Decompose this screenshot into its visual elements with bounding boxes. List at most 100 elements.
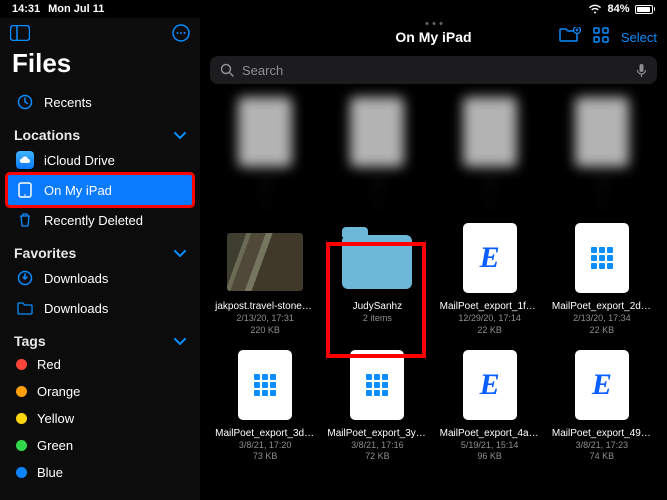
file-size: — <box>597 199 606 211</box>
file-name: jakpost.travel-stone-i…53335 <box>215 300 315 313</box>
folder-item[interactable]: JudySanhz 2 items <box>326 220 428 336</box>
sidebar-tag-blue[interactable]: Blue <box>8 459 192 486</box>
select-button[interactable]: Select <box>621 30 657 45</box>
e-thumb-icon: E <box>452 220 528 296</box>
battery-icon <box>635 5 656 14</box>
tag-label: Green <box>37 438 73 453</box>
sidebar-tag-yellow[interactable]: Yellow <box>8 405 192 432</box>
file-item[interactable]: MailPoet_export_2d4…pw4g0 2/13/20, 17:34… <box>551 220 653 336</box>
sidebar: Files Recents Locations iCloud Drive On … <box>0 18 200 500</box>
tag-dot-icon <box>16 359 27 370</box>
file-meta: — <box>261 187 270 199</box>
download-icon <box>16 269 34 287</box>
file-item[interactable]: — — — <box>214 94 316 210</box>
sidebar-item-icloud[interactable]: iCloud Drive <box>8 145 192 175</box>
file-size: 22 KB <box>477 325 502 337</box>
icloud-icon <box>16 151 34 169</box>
view-grid-icon[interactable] <box>593 27 609 48</box>
file-name: MailPoet_export_3ymh…804w0 <box>327 427 427 440</box>
handle-icon[interactable] <box>425 22 442 25</box>
file-meta: 3/8/21, 17:20 <box>239 440 292 452</box>
undefined-thumb-icon <box>227 94 303 170</box>
file-name: MailPoet_export_491ch…cpsk4 <box>552 427 652 440</box>
file-meta: 5/19/21, 15:14 <box>461 440 519 452</box>
file-name: — <box>485 174 495 187</box>
grid-thumb-icon <box>227 347 303 423</box>
undefined-thumb-icon <box>339 94 415 170</box>
file-meta: — <box>597 187 606 199</box>
file-item[interactable]: — — — <box>439 94 541 210</box>
chevron-down-icon <box>174 333 186 349</box>
section-favorites[interactable]: Favorites <box>8 235 192 263</box>
file-size: — <box>261 199 270 211</box>
content-area: On My iPad Select — — — — — — — — — — — <box>200 18 667 500</box>
file-name: — <box>260 174 270 187</box>
file-meta: 2/13/20, 17:31 <box>236 313 294 325</box>
file-size: — <box>485 199 494 211</box>
file-name: — <box>372 174 382 187</box>
e-thumb-icon: E <box>564 347 640 423</box>
battery-percent: 84% <box>607 3 629 15</box>
tag-dot-icon <box>16 467 27 478</box>
wifi-icon <box>588 4 602 14</box>
more-icon[interactable] <box>172 24 190 42</box>
sidebar-label: Recents <box>44 95 92 110</box>
e-thumb-icon: E <box>452 347 528 423</box>
file-item[interactable]: MailPoet_export_3ddli…80wO 3/8/21, 17:20… <box>214 347 316 463</box>
file-name: — <box>597 174 607 187</box>
file-item[interactable]: jakpost.travel-stone-i…53335 2/13/20, 17… <box>214 220 316 336</box>
tag-label: Yellow <box>37 411 74 426</box>
sidebar-item-on-my-ipad[interactable]: On My iPad <box>8 175 192 205</box>
file-size: 73 KB <box>253 451 278 463</box>
sidebar-tag-green[interactable]: Green <box>8 432 192 459</box>
file-meta: — <box>373 187 382 199</box>
trash-icon <box>16 211 34 229</box>
mic-icon[interactable] <box>636 63 647 78</box>
file-name: MailPoet_export_1fqfiv…iv48KG <box>440 300 540 313</box>
status-time: 14:31 <box>12 3 40 15</box>
new-folder-icon[interactable] <box>559 27 581 48</box>
sidebar-item-downloads[interactable]: Downloads <box>8 293 192 323</box>
section-locations[interactable]: Locations <box>8 117 192 145</box>
file-item[interactable]: E MailPoet_export_4ayn…r0ockg 5/19/21, 1… <box>439 347 541 463</box>
search-input[interactable] <box>242 63 628 78</box>
file-size: 22 KB <box>590 325 615 337</box>
file-item[interactable]: — — — <box>326 94 428 210</box>
file-meta: 12/29/20, 17:14 <box>458 313 521 325</box>
file-size: 220 KB <box>250 325 280 337</box>
status-date: Mon Jul 11 <box>48 3 104 15</box>
file-name: MailPoet_export_3ddli…80wO <box>215 427 315 440</box>
folder-icon <box>16 299 34 317</box>
folder-thumb-icon <box>339 220 415 296</box>
file-item[interactable]: MailPoet_export_3ymh…804w0 3/8/21, 17:16… <box>326 347 428 463</box>
undefined-thumb-icon <box>564 94 640 170</box>
file-size: 96 KB <box>477 451 502 463</box>
app-title: Files <box>8 46 192 87</box>
file-item[interactable]: — — — <box>551 94 653 210</box>
tag-dot-icon <box>16 413 27 424</box>
section-tags[interactable]: Tags <box>8 323 192 351</box>
sidebar-tag-red[interactable]: Red <box>8 351 192 378</box>
sidebar-label: Downloads <box>44 301 108 316</box>
sidebar-label: iCloud Drive <box>44 153 115 168</box>
file-item[interactable]: E MailPoet_export_491ch…cpsk4 3/8/21, 17… <box>551 347 653 463</box>
sidebar-item-recents[interactable]: Recents <box>8 87 192 117</box>
file-name: JudySanhz <box>353 300 402 313</box>
page-title: On My iPad <box>395 29 471 45</box>
titlebar: On My iPad Select <box>200 18 667 56</box>
file-meta: 2 items <box>363 313 392 325</box>
search-bar[interactable] <box>210 56 657 84</box>
tag-dot-icon <box>16 386 27 397</box>
file-size: 74 KB <box>590 451 615 463</box>
file-size: — <box>373 199 382 211</box>
file-name: MailPoet_export_2d4…pw4g0 <box>552 300 652 313</box>
clock-icon <box>16 93 34 111</box>
sidebar-tag-orange[interactable]: Orange <box>8 378 192 405</box>
sidebar-toggle-icon[interactable] <box>10 25 30 41</box>
file-item[interactable]: E MailPoet_export_1fqfiv…iv48KG 12/29/20… <box>439 220 541 336</box>
sidebar-item-downloads[interactable]: Downloads <box>8 263 192 293</box>
tag-label: Orange <box>37 384 80 399</box>
sidebar-item-recently-deleted[interactable]: Recently Deleted <box>8 205 192 235</box>
chevron-down-icon <box>174 127 186 143</box>
sidebar-label: Recently Deleted <box>44 213 143 228</box>
